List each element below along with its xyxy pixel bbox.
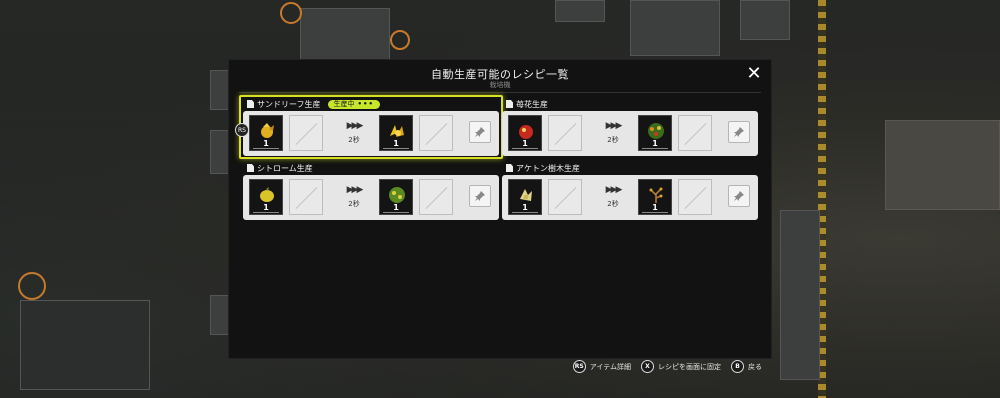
arrow-icon: ▶▶▶: [605, 121, 623, 131]
pin-button[interactable]: [728, 185, 750, 207]
input-slot[interactable]: 1: [508, 115, 542, 151]
machine-block: [555, 0, 605, 22]
divider: [239, 92, 761, 93]
empty-slot: [548, 115, 582, 151]
arrow-icon: ▶▶▶: [346, 185, 364, 195]
item-underline: [512, 148, 538, 149]
modal-subtitle: 栽培機: [489, 81, 511, 89]
craft-time: 2秒: [348, 200, 360, 208]
machine-block: [300, 8, 390, 60]
pin-button[interactable]: [469, 185, 491, 207]
machine-block: [740, 0, 790, 40]
output-slot[interactable]: 1: [638, 115, 672, 151]
pin-icon: [734, 191, 744, 201]
craft-time: 2秒: [607, 136, 619, 144]
recipe-body: 1 ▶▶▶ 2秒 1: [502, 175, 758, 220]
item-quantity: 1: [522, 203, 528, 212]
machine-block: [630, 0, 720, 56]
hint-back[interactable]: B 戻る: [731, 360, 762, 373]
document-icon: [506, 164, 513, 172]
empty-slot: [678, 115, 712, 151]
machine-block: [885, 120, 1000, 210]
item-quantity: 1: [263, 203, 269, 212]
document-icon: [247, 164, 254, 172]
empty-slot: [678, 179, 712, 215]
recipe-header: シトローム生産: [247, 162, 313, 174]
input-slot[interactable]: 1: [508, 179, 542, 215]
hint-label: アイテム詳細: [589, 362, 631, 371]
recipe-card-citrome[interactable]: シトローム生産 1 ▶▶▶ 2秒 1: [243, 162, 499, 222]
recipe-name: 苺花生産: [516, 99, 548, 109]
berry-plant-icon: [648, 123, 664, 139]
output-slot[interactable]: 1: [379, 179, 413, 215]
hint-pin-recipe[interactable]: X レシピを画面に固定: [641, 360, 721, 373]
item-underline: [642, 212, 668, 213]
x-button-icon: X: [641, 360, 654, 373]
hint-label: 戻る: [748, 362, 762, 371]
craft-time: 2秒: [607, 200, 619, 208]
item-underline: [253, 212, 279, 213]
aketon-tree-icon: [649, 187, 663, 203]
b-button-icon: B: [731, 360, 744, 373]
citrome-plant-icon: [389, 187, 405, 203]
recipe-body: 1 ▶▶▶ 2秒 1: [502, 111, 758, 156]
empty-slot: [419, 179, 453, 215]
recipe-card-aketon[interactable]: アケトン樹木生産 1 ▶▶▶ 2秒 1: [502, 162, 758, 222]
item-quantity: 1: [652, 139, 658, 148]
pin-icon: [475, 191, 485, 201]
item-underline: [383, 212, 409, 213]
pin-button[interactable]: [728, 121, 750, 143]
orange-marker: [18, 272, 46, 300]
recipe-name: シトローム生産: [257, 163, 313, 173]
recipe-list-modal: 自動生産可能のレシピ一覧 栽培機 ✕ サンドリーフ生産 生産中 ••• RS 1: [229, 60, 771, 358]
recipe-header: 苺花生産: [506, 98, 548, 110]
hint-label: レシピを画面に固定: [658, 362, 721, 371]
recipe-card-sandleaf[interactable]: サンドリーフ生産 生産中 ••• RS 1 ▶▶▶ 2秒 1: [235, 95, 503, 159]
pin-icon: [734, 127, 744, 137]
orange-marker: [390, 30, 410, 50]
machine-block: [780, 210, 820, 380]
arrow-icon: ▶▶▶: [605, 185, 623, 195]
rs-button-icon: RS: [572, 360, 586, 373]
button-hints: RS アイテム詳細 X レシピを画面に固定 B 戻る: [572, 360, 762, 373]
item-quantity: 1: [652, 203, 658, 212]
rs-button-badge: RS: [235, 123, 249, 137]
item-underline: [512, 212, 538, 213]
empty-slot: [289, 179, 323, 215]
machine-block: [20, 300, 150, 390]
empty-slot: [548, 179, 582, 215]
recipe-card-berry[interactable]: 苺花生産 1 ▶▶▶ 2秒 1: [502, 98, 758, 158]
document-icon: [506, 100, 513, 108]
item-underline: [642, 148, 668, 149]
recipe-header: アケトン樹木生産: [506, 162, 580, 174]
hint-item-details[interactable]: RS アイテム詳細: [572, 360, 631, 373]
input-slot[interactable]: 1: [249, 179, 283, 215]
berry-seed-icon: [519, 125, 533, 139]
close-icon[interactable]: ✕: [745, 65, 763, 83]
item-quantity: 1: [393, 203, 399, 212]
citrome-seed-icon: [260, 187, 274, 202]
recipe-name: アケトン樹木生産: [516, 163, 580, 173]
output-slot[interactable]: 1: [638, 179, 672, 215]
selection-highlight: [239, 95, 503, 159]
item-quantity: 1: [522, 139, 528, 148]
orange-marker: [280, 2, 302, 24]
recipe-body: 1 ▶▶▶ 2秒 1: [243, 175, 499, 220]
aketon-seed-icon: [520, 189, 532, 201]
